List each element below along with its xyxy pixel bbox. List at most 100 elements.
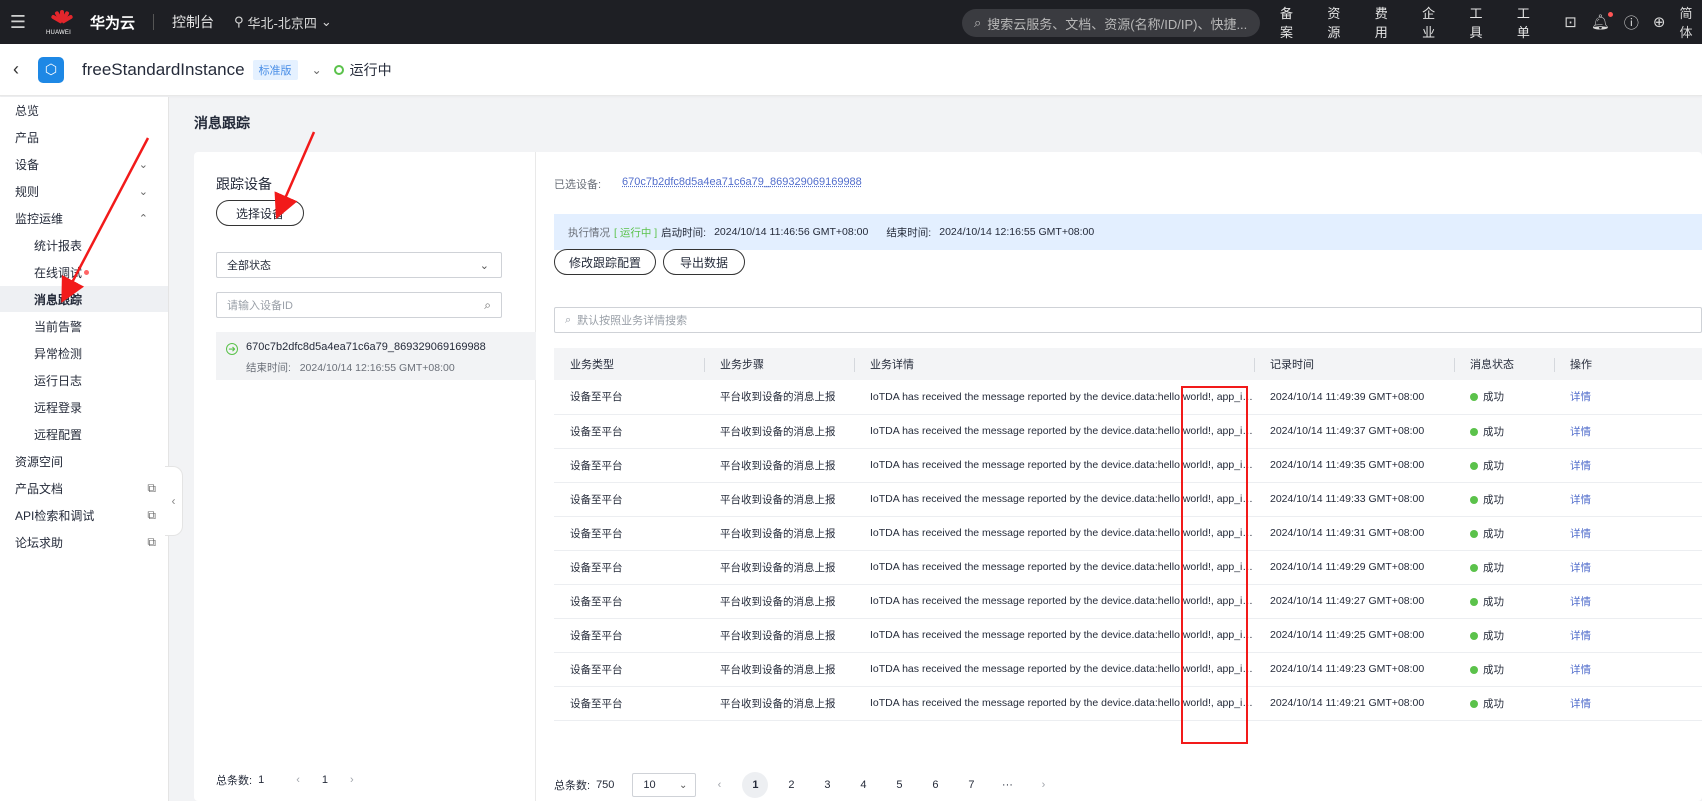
top-link-resources[interactable]: 资源 [1327, 3, 1352, 41]
cell-status: 成功 [1454, 482, 1554, 517]
page-button-1[interactable]: 1 [742, 772, 769, 798]
sidebar-item-forum[interactable]: 论坛求助 ⧉ [0, 529, 168, 555]
prev-page-icon[interactable]: ‹ [296, 774, 300, 786]
sidebar-item-label: 统计报表 [34, 238, 83, 253]
terminal-icon[interactable]: ⊡ [1564, 13, 1577, 31]
details-link[interactable]: 详情 [1570, 460, 1591, 472]
language-label[interactable]: 简体 [1679, 3, 1702, 41]
column-header-step: 业务步骤 [704, 348, 854, 380]
success-dot-icon [1470, 699, 1478, 708]
next-page-icon[interactable]: › [350, 774, 354, 786]
sidebar-item-run-logs[interactable]: 运行日志 [0, 367, 168, 393]
detail-search-placeholder: 默认按照业务详情搜索 [577, 315, 688, 327]
next-page-icon[interactable]: › [1030, 772, 1056, 798]
sidebar-item-anomaly-detection[interactable]: 异常检测 [0, 340, 168, 366]
select-device-button[interactable]: 选择设备 [216, 200, 304, 226]
instance-name: freeStandardInstance [82, 59, 245, 79]
cell-step: 平台收到设备的消息上报 [704, 380, 854, 415]
instance-switch-chevron-icon[interactable]: ⌄ [312, 63, 322, 77]
page-button-3[interactable]: 3 [814, 772, 840, 798]
details-link[interactable]: 详情 [1570, 391, 1591, 403]
details-link[interactable]: 详情 [1570, 426, 1591, 438]
sidebar-item-resource-space[interactable]: 资源空间 [0, 448, 168, 474]
global-search-input[interactable]: ⌕ 搜索云服务、文档、资源(名称/ID/IP)、快捷... [962, 9, 1260, 37]
sidebar-item-api-explorer[interactable]: API检索和调试 ⧉ [0, 502, 168, 528]
page-size-select[interactable]: 10 ⌄ [632, 773, 697, 797]
prev-page-icon[interactable]: ‹ [706, 772, 732, 798]
top-link-tools[interactable]: 工具 [1470, 3, 1495, 41]
page-button-7[interactable]: 7 [958, 772, 984, 798]
cell-action: 详情 [1554, 652, 1702, 687]
device-pane-title: 跟踪设备 [216, 176, 272, 192]
sidebar-item-product-docs[interactable]: 产品文档 ⧉ [0, 475, 168, 501]
top-link-enterprise[interactable]: 企业 [1422, 3, 1447, 41]
sidebar-item-message-trace[interactable]: 消息跟踪 [0, 286, 168, 312]
top-links: 备案 资源 费用 企业 工具 工单 ⊡ 🔔︎ ⓘ ⊕ 简体 [1280, 0, 1702, 44]
selected-device-link[interactable]: 670c7b2dfc8d5a4ea71c6a79_869329069169988 [622, 176, 862, 188]
globe-icon[interactable]: ⊕ [1653, 13, 1666, 31]
details-link[interactable]: 详情 [1570, 630, 1591, 642]
table-row: 设备至平台 平台收到设备的消息上报 IoTDA has received the m… [554, 448, 1702, 483]
details-link[interactable]: 详情 [1570, 528, 1591, 540]
cell-status: 成功 [1454, 550, 1554, 585]
back-arrow-icon[interactable]: ‹ [0, 59, 32, 80]
status-filter-select[interactable]: 全部状态 ⌄ [216, 252, 502, 278]
sidebar-item-statistics[interactable]: 统计报表 [0, 232, 168, 258]
page-number[interactable]: 1 [322, 774, 328, 786]
cell-detail: IoTDA has received the message reported … [854, 414, 1254, 449]
page-button-6[interactable]: 6 [922, 772, 948, 798]
table-row: 设备至平台 平台收到设备的消息上报 IoTDA has received the m… [554, 550, 1702, 585]
hamburger-menu-icon[interactable]: ☰ [0, 12, 36, 33]
table-header-row: 业务类型 业务步骤 业务详情 记录时间 消息状态 操作 [554, 348, 1702, 380]
location-pin-icon: ⚲ [234, 14, 244, 29]
bell-icon[interactable]: 🔔︎ [1591, 12, 1613, 31]
sidebar-item-monitoring[interactable]: 监控运维 ⌃ [0, 205, 168, 231]
help-icon[interactable]: ⓘ [1624, 12, 1639, 33]
detail-search-input[interactable]: ⌕ 默认按照业务详情搜索 [554, 307, 1702, 333]
search-icon[interactable]: ⌕ [484, 298, 491, 313]
top-link-tickets[interactable]: 工单 [1517, 3, 1542, 41]
sidebar-item-online-debug[interactable]: 在线调试 [0, 259, 168, 285]
cell-step: 平台收到设备的消息上报 [704, 652, 854, 687]
export-data-button[interactable]: 导出数据 [663, 249, 745, 275]
details-link[interactable]: 详情 [1570, 494, 1591, 506]
modify-trace-config-button[interactable]: 修改跟踪配置 [554, 249, 656, 275]
execution-status-bar: 执行情况 [ 运行中 ] 启动时间: 2024/10/14 11:46:56 G… [554, 214, 1702, 250]
sidebar-item-label: 当前告警 [34, 319, 83, 334]
cell-status: 成功 [1454, 448, 1554, 483]
cell-action: 详情 [1554, 516, 1702, 551]
sidebar-item-rules[interactable]: 规则 ⌄ [0, 178, 168, 204]
device-list-item[interactable]: ➜ 670c7b2dfc8d5a4ea71c6a79_8693290691699… [216, 332, 536, 380]
device-id-search-input[interactable]: 请输入设备ID ⌕ [216, 292, 502, 318]
divider [153, 14, 155, 30]
sidebar-item-products[interactable]: 产品 [0, 124, 168, 150]
sidebar-item-remote-login[interactable]: 远程登录 [0, 394, 168, 420]
console-link[interactable]: 控制台 [172, 12, 214, 32]
brand[interactable]: HUAWEI 华为云 [46, 8, 135, 36]
region-selector[interactable]: ⚲ 华北-北京四 ⌄ [234, 13, 332, 32]
details-link[interactable]: 详情 [1570, 664, 1591, 676]
cell-type: 设备至平台 [554, 618, 704, 653]
sidebar-item-remote-config[interactable]: 远程配置 [0, 421, 168, 447]
sidebar: 总览 产品 设备 ⌄ 规则 ⌄ 监控运维 ⌃ 统计报表 在线调试 消息跟踪 当前告警 … [0, 97, 169, 801]
sidebar-item-current-alarms[interactable]: 当前告警 [0, 313, 168, 339]
column-header-time: 记录时间 [1254, 348, 1454, 380]
details-link[interactable]: 详情 [1570, 596, 1591, 608]
details-link[interactable]: 详情 [1570, 698, 1591, 710]
edition-badge: 标准版 [252, 59, 298, 80]
page-ellipsis[interactable]: ··· [994, 772, 1020, 798]
sidebar-item-overview[interactable]: 总览 [0, 97, 168, 123]
cell-time: 2024/10/14 11:49:29 GMT+08:00 [1254, 550, 1454, 585]
page-button-2[interactable]: 2 [778, 772, 804, 798]
cell-step: 平台收到设备的消息上报 [704, 584, 854, 619]
sidebar-item-devices[interactable]: 设备 ⌄ [0, 151, 168, 177]
details-link[interactable]: 详情 [1570, 562, 1591, 574]
chevron-down-icon: ⌄ [479, 259, 489, 272]
sidebar-collapse-chevron-icon[interactable]: ‹ [165, 466, 183, 536]
page-button-4[interactable]: 4 [850, 772, 876, 798]
chevron-up-icon: ⌃ [138, 212, 148, 225]
page-button-5[interactable]: 5 [886, 772, 912, 798]
top-link-billing[interactable]: 费用 [1375, 3, 1400, 41]
table-row: 设备至平台 平台收到设备的消息上报 IoTDA has received the m… [554, 686, 1702, 721]
top-link-filing[interactable]: 备案 [1280, 3, 1305, 41]
